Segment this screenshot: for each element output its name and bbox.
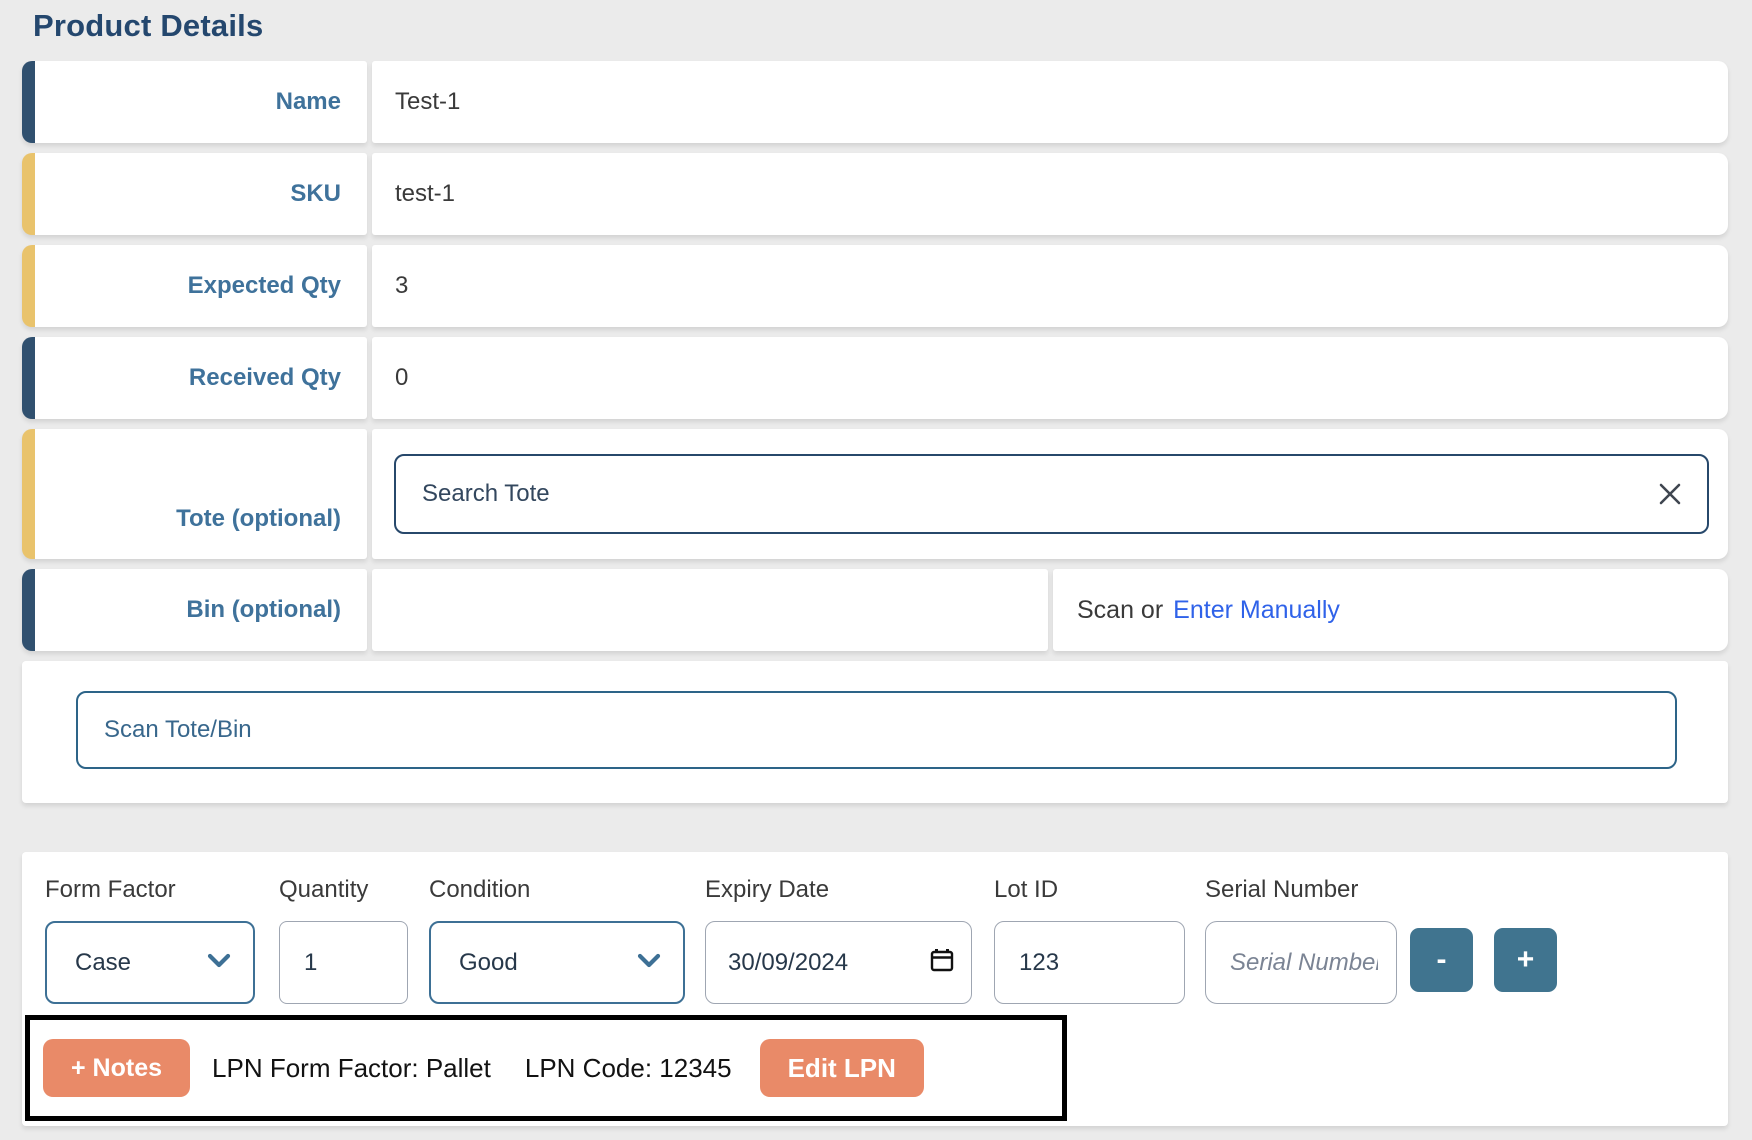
decrement-button[interactable]: - — [1410, 928, 1473, 992]
row-label: Received Qty — [189, 364, 341, 392]
tote-label: Tote (optional) — [176, 505, 341, 559]
expiry-date-field[interactable]: 30/09/2024 — [705, 921, 972, 1004]
expiry-date-value: 30/09/2024 — [728, 949, 848, 977]
detail-row: Received Qty 0 — [22, 337, 1728, 419]
expiry-date-label: Expiry Date — [705, 876, 829, 904]
form-factor-value: Case — [75, 949, 131, 977]
row-label-cell: Expected Qty — [22, 245, 367, 327]
lpn-form-factor-text: LPN Form Factor: Pallet — [212, 1053, 491, 1084]
lot-id-label: Lot ID — [994, 876, 1058, 904]
row-value-cell: 3 — [372, 245, 1728, 327]
bin-label-cell: Bin (optional) — [22, 569, 367, 651]
row-label: Name — [276, 88, 341, 116]
tote-label-cell: Tote (optional) — [22, 429, 367, 559]
row-value-cell: 0 — [372, 337, 1728, 419]
lpn-code-text: LPN Code: 12345 — [525, 1053, 732, 1084]
detail-row: SKU test-1 — [22, 153, 1728, 235]
lot-id-input[interactable] — [1017, 948, 1168, 978]
product-details-page: Product Details Name Test-1 SKU test-1 Expec… — [0, 0, 1752, 1140]
chevron-down-icon — [207, 953, 231, 973]
bin-label: Bin (optional) — [186, 596, 341, 624]
detail-rows: Name Test-1 SKU test-1 Expected Qty 3 Received… — [22, 61, 1728, 419]
scan-tote-bin-input[interactable] — [76, 691, 1677, 769]
increment-button[interactable]: + — [1494, 928, 1557, 992]
search-tote-input[interactable]: Search Tote — [394, 454, 1709, 534]
row-value-cell: Test-1 — [372, 61, 1728, 143]
row-value: 3 — [395, 272, 408, 300]
page-title: Product Details — [33, 8, 263, 44]
tote-row: Tote (optional) Search Tote — [22, 429, 1728, 559]
condition-value: Good — [459, 949, 518, 977]
search-tote-placeholder: Search Tote — [422, 480, 1655, 508]
detail-row: Expected Qty 3 — [22, 245, 1728, 327]
line-item-card: Form Factor Quantity Condition Expiry Da… — [22, 852, 1728, 1126]
condition-select[interactable]: Good — [429, 921, 685, 1004]
quantity-input[interactable] — [302, 948, 391, 978]
row-label: Expected Qty — [188, 272, 341, 300]
enter-manually-link[interactable]: Enter Manually — [1173, 596, 1340, 625]
bin-scan-cell: Scan or Enter Manually — [1053, 569, 1728, 651]
content-column: Name Test-1 SKU test-1 Expected Qty 3 Received… — [22, 61, 1728, 1126]
bin-row: Bin (optional) Scan or Enter Manually — [22, 569, 1728, 651]
serial-number-field — [1205, 921, 1397, 1004]
tote-value-cell: Search Tote — [372, 429, 1728, 559]
row-value: Test-1 — [395, 88, 460, 116]
chevron-down-icon — [637, 953, 661, 973]
calendar-icon[interactable] — [929, 947, 955, 978]
lpn-section: + Notes LPN Form Factor: Pallet LPN Code… — [25, 1015, 1067, 1121]
form-factor-label: Form Factor — [45, 876, 176, 904]
serial-number-input[interactable] — [1228, 948, 1380, 978]
row-label-cell: Received Qty — [22, 337, 367, 419]
row-value: test-1 — [395, 180, 455, 208]
row-label-cell: Name — [22, 61, 367, 143]
scan-card — [22, 661, 1728, 803]
clear-icon[interactable] — [1655, 479, 1685, 509]
lot-id-field — [994, 921, 1185, 1004]
scan-or-text: Scan or — [1077, 596, 1163, 625]
bin-value-cell — [372, 569, 1048, 651]
quantity-label: Quantity — [279, 876, 368, 904]
quantity-field — [279, 921, 408, 1004]
form-factor-select[interactable]: Case — [45, 921, 255, 1004]
row-label-cell: SKU — [22, 153, 367, 235]
row-value: 0 — [395, 364, 408, 392]
edit-lpn-button[interactable]: Edit LPN — [760, 1039, 924, 1097]
row-label: SKU — [290, 180, 341, 208]
condition-label: Condition — [429, 876, 530, 904]
row-value-cell: test-1 — [372, 153, 1728, 235]
add-notes-button[interactable]: + Notes — [43, 1039, 190, 1097]
section-gap — [22, 813, 1728, 842]
detail-row: Name Test-1 — [22, 61, 1728, 143]
serial-number-label: Serial Number — [1205, 876, 1358, 904]
